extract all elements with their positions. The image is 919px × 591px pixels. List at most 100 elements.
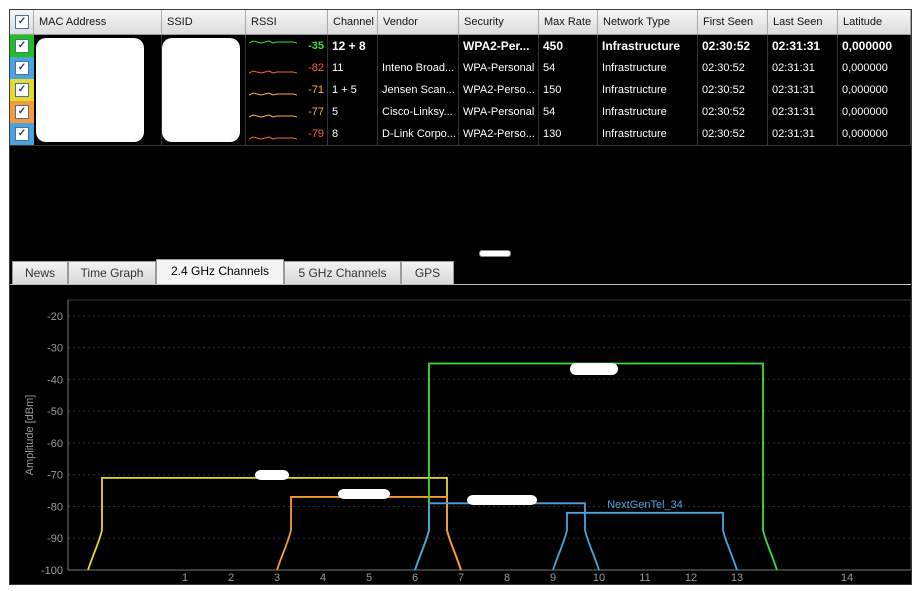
- rssi-value: -79: [308, 128, 324, 140]
- rssi-value: -71: [308, 84, 324, 96]
- table-row[interactable]: ✓ -82 11 Inteno Broad... WPA-Personal 54 Infra…: [10, 57, 911, 80]
- network-ssid-label: NextGenTel_34: [607, 499, 683, 511]
- rssi-sparkline: [249, 40, 297, 44]
- y-axis-label: Amplitude [dBm]: [24, 395, 36, 476]
- rssi-sparkline: [249, 114, 297, 118]
- x-tick-label: 6: [412, 572, 418, 584]
- cell-first-seen: 02:30:52: [698, 57, 768, 79]
- cell-rssi: -82: [246, 57, 328, 79]
- rssi-sparkline: [249, 92, 297, 96]
- channel-graph: -20 -30 -40 -50 -60 -70 -80 -90 -100 Amplitude [d…: [10, 285, 911, 584]
- cell-latitude: 0,000000: [838, 57, 911, 79]
- x-tick-label: 4: [320, 572, 326, 584]
- y-tick-label: -40: [47, 374, 63, 386]
- cell-channel: 1 + 5: [328, 79, 378, 101]
- rssi-value: -82: [308, 62, 324, 74]
- x-tick-label: 9: [550, 572, 556, 584]
- cell-max-rate: 130: [539, 123, 598, 145]
- cell-network-type: Infrastructure: [598, 79, 698, 101]
- cell-first-seen: 02:30:52: [698, 35, 768, 57]
- row-color-swatch[interactable]: ✓: [10, 57, 34, 79]
- cell-latitude: 0,000000: [838, 35, 911, 57]
- cell-security: WPA-Personal: [459, 57, 539, 79]
- cell-first-seen: 02:30:52: [698, 79, 768, 101]
- rssi-value: -77: [308, 106, 324, 118]
- row-color-swatch[interactable]: ✓: [10, 35, 34, 57]
- cell-security: WPA2-Per...: [459, 35, 539, 57]
- cell-first-seen: 02:30:52: [698, 123, 768, 145]
- cell-security: WPA2-Perso...: [459, 79, 539, 101]
- cell-channel: 11: [328, 57, 378, 79]
- cell-rssi: -79: [246, 123, 328, 145]
- x-tick-label: 5: [366, 572, 372, 584]
- column-header-latitude[interactable]: Latitude: [838, 10, 911, 34]
- cell-max-rate: 450: [539, 35, 598, 57]
- cell-latitude: 0,000000: [838, 79, 911, 101]
- tab-2-4-ghz-channels[interactable]: 2.4 GHz Channels: [156, 259, 284, 284]
- tab-news[interactable]: News: [12, 261, 68, 284]
- x-tick-label: 12: [685, 572, 697, 584]
- table-row[interactable]: ✓ -79 8 D-Link Corpo... WPA2-Perso... 130 Infr…: [10, 123, 911, 146]
- cell-last-seen: 02:31:31: [768, 35, 838, 57]
- x-tick-label: 3: [274, 572, 280, 584]
- y-tick-label: -50: [47, 406, 63, 418]
- x-tick-label: 13: [731, 572, 743, 584]
- cell-first-seen: 02:30:52: [698, 101, 768, 123]
- plot-area: [67, 299, 911, 571]
- column-header-last-seen[interactable]: Last Seen: [768, 10, 838, 34]
- table-row[interactable]: ✓ -35 12 + 8 WPA2-Per... 450 Infrastructure 02…: [10, 35, 911, 58]
- y-tick-label: -80: [47, 501, 63, 513]
- cell-max-rate: 150: [539, 79, 598, 101]
- cell-security: WPA-Personal: [459, 101, 539, 123]
- column-header-rssi[interactable]: RSSI: [246, 10, 328, 34]
- redacted-ssid-label: [338, 489, 390, 499]
- column-header-channel[interactable]: Channel: [328, 10, 378, 34]
- tab-time-graph[interactable]: Time Graph: [68, 261, 156, 284]
- table-row[interactable]: ✓ -71 1 + 5 Jensen Scan... WPA2-Perso... 150 I…: [10, 79, 911, 102]
- redacted-mac-area: [36, 38, 144, 142]
- cell-last-seen: 02:31:31: [768, 57, 838, 79]
- row-checkbox[interactable]: ✓: [15, 39, 29, 53]
- row-checkbox[interactable]: ✓: [15, 127, 29, 141]
- row-color-swatch[interactable]: ✓: [10, 101, 34, 123]
- row-checkbox[interactable]: ✓: [15, 61, 29, 75]
- cell-vendor: [378, 35, 459, 57]
- table-row[interactable]: ✓ -77 5 Cisco-Linksy... WPA-Personal 54 Infras…: [10, 101, 911, 124]
- row-checkbox[interactable]: ✓: [15, 83, 29, 97]
- select-all-checkbox[interactable]: ✓: [15, 15, 29, 29]
- cell-network-type: Infrastructure: [598, 35, 698, 57]
- redacted-ssid-area: [162, 38, 240, 142]
- cell-network-type: Infrastructure: [598, 57, 698, 79]
- y-tick-label: -90: [47, 533, 63, 545]
- column-header-max-rate[interactable]: Max Rate: [539, 10, 598, 34]
- cell-channel: 8: [328, 123, 378, 145]
- redacted-ssid-label: [467, 495, 537, 505]
- redacted-ssid-label: [570, 363, 618, 375]
- x-tick-label: 11: [639, 572, 650, 584]
- network-grid: ✓ MAC Address SSID RSSI Channel Vendor Securi…: [10, 10, 911, 258]
- row-checkbox[interactable]: ✓: [15, 105, 29, 119]
- column-header-network-type[interactable]: Network Type: [598, 10, 698, 34]
- tab-5-ghz-channels[interactable]: 5 GHz Channels: [284, 261, 401, 284]
- cell-latitude: 0,000000: [838, 123, 911, 145]
- column-header-vendor[interactable]: Vendor: [378, 10, 459, 34]
- column-header-security[interactable]: Security: [459, 10, 539, 34]
- cell-vendor: D-Link Corpo...: [378, 123, 459, 145]
- column-header-first-seen[interactable]: First Seen: [698, 10, 768, 34]
- cell-channel: 5: [328, 101, 378, 123]
- column-header-mac[interactable]: MAC Address: [34, 10, 162, 34]
- cell-last-seen: 02:31:31: [768, 101, 838, 123]
- y-tick-label: -100: [41, 565, 63, 577]
- row-color-swatch[interactable]: ✓: [10, 123, 34, 145]
- cell-rssi: -71: [246, 79, 328, 101]
- select-all-cell[interactable]: ✓: [10, 10, 34, 34]
- column-header-ssid[interactable]: SSID: [162, 10, 246, 34]
- splitter-handle[interactable]: [479, 250, 511, 257]
- cell-last-seen: 02:31:31: [768, 79, 838, 101]
- y-tick-label: -20: [47, 311, 63, 323]
- cell-rssi: -77: [246, 101, 328, 123]
- row-color-swatch[interactable]: ✓: [10, 79, 34, 101]
- network-channel-curve: [414, 362, 778, 571]
- tab-gps[interactable]: GPS: [401, 261, 454, 284]
- y-tick-label: -60: [47, 438, 63, 450]
